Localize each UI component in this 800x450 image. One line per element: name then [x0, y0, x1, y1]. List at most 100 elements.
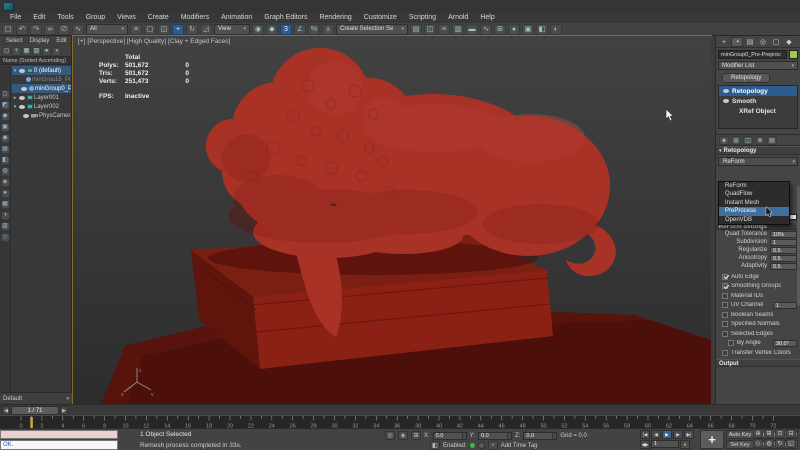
option-quadflow[interactable]: QuadFlow [719, 190, 789, 198]
eye-icon[interactable] [19, 96, 25, 100]
select-by-name-icon[interactable]: ≡ [130, 24, 142, 35]
isolate-selection-icon[interactable]: ◎ [385, 431, 395, 440]
menu-item[interactable]: Tools [51, 13, 79, 23]
display-groups-icon[interactable]: ◧ [1, 156, 10, 165]
tab-display[interactable]: Display [27, 38, 53, 44]
tree-row-layer002[interactable]: ▾Layer002 [12, 102, 71, 111]
ribbon-toggle-icon[interactable]: ▬ [466, 24, 478, 35]
make-unique-icon[interactable]: ◫ [743, 136, 753, 145]
listener-options-icon[interactable] [478, 442, 485, 449]
unlink-selection-icon[interactable]: ∅ [58, 24, 70, 35]
adaptivity-spinner[interactable]: Adaptivity0.5 [716, 262, 800, 270]
option-reform[interactable]: ReForm [719, 182, 789, 190]
select-move-icon[interactable]: + [172, 24, 184, 35]
auto-key-button[interactable]: Auto Key [726, 430, 754, 439]
clock-icon[interactable]: ◔ [488, 441, 498, 450]
selection-filter-dropdown[interactable]: All▾ [86, 24, 128, 35]
display-bones-icon[interactable]: ◈ [1, 178, 10, 187]
tree-row-pre-prep[interactable]: minGroup0_Pre-Prep [12, 84, 71, 93]
modify-tab-icon[interactable]: ◔ [731, 37, 743, 47]
stack-row-retopology[interactable]: Retopology [719, 86, 797, 96]
menu-item[interactable]: File [4, 13, 27, 23]
redo-icon[interactable]: ↷ [30, 24, 42, 35]
edit-named-sets-icon[interactable]: ▤ [410, 24, 422, 35]
option-openvdb[interactable]: OpenVDB [719, 216, 789, 224]
configure-modifier-sets-icon[interactable]: ▤ [767, 136, 777, 145]
expander-icon[interactable]: ▸ [12, 95, 18, 101]
y-coordinate-field[interactable]: 0.0 [478, 432, 512, 440]
menu-item[interactable]: Graph Editors [258, 13, 313, 23]
time-slider-handle[interactable]: 1 / 71 [11, 406, 59, 415]
pan-icon[interactable]: ◇ [753, 439, 763, 448]
option-preprocess[interactable]: PreProcess [719, 207, 789, 215]
object-color-swatch[interactable] [789, 50, 798, 59]
display-spacewarps-icon[interactable]: ▤ [1, 145, 10, 154]
zoom-icon[interactable]: ⊕ [753, 429, 763, 438]
display-containers-icon[interactable]: ● [1, 189, 10, 198]
menu-item[interactable]: Modifiers [175, 13, 215, 23]
perspective-viewport[interactable]: [+] [Perspective] [High Quality] [Clay +… [73, 36, 711, 404]
sort-icon[interactable]: ▨ [1, 222, 10, 231]
add-group-icon[interactable]: ▧ [32, 47, 41, 56]
display-cameras-icon[interactable]: ▣ [1, 123, 10, 132]
subdivision-spinner[interactable]: Subdivision1 [716, 238, 800, 246]
reference-coordinate-dropdown[interactable]: View▾ [214, 24, 250, 35]
eye-icon[interactable] [723, 99, 729, 103]
regularize-spinner[interactable]: Regularize0.5 [716, 246, 800, 254]
selected-edges-checkbox[interactable]: Selected Edges [716, 329, 800, 339]
create-key-button[interactable]: + [700, 430, 724, 449]
menu-item[interactable]: Edit [27, 13, 51, 23]
maximize-viewport-icon[interactable]: ◱ [786, 439, 796, 448]
undo-icon[interactable]: ↶ [16, 24, 28, 35]
remove-modifier-icon[interactable]: ⊗ [755, 136, 765, 145]
track-bar[interactable]: 0246810121416182022242628303234363840424… [0, 415, 800, 428]
specified-normals-checkbox[interactable]: Specified Normals [716, 320, 800, 330]
select-object-icon[interactable]: ▢ [2, 24, 14, 35]
pin-stack-icon[interactable]: ◈ [719, 136, 729, 145]
transfer-vertex-colors-checkbox[interactable]: Transfer Vertex Colors [716, 348, 800, 358]
create-tab-icon[interactable]: + [718, 37, 730, 47]
percent-snap-icon[interactable]: % [308, 24, 320, 35]
tree-row-physcamera[interactable]: PhysCamera001 [12, 111, 71, 120]
tab-select[interactable]: Select [3, 38, 26, 44]
menu-item[interactable]: Help [474, 13, 500, 23]
go-to-end-button[interactable]: ▶| [684, 430, 694, 439]
next-key-button[interactable]: ▶ [673, 430, 683, 439]
hierarchy-view-icon[interactable]: ◇ [1, 233, 10, 242]
menu-item[interactable]: Create [142, 13, 175, 23]
menu-item[interactable]: Scripting [403, 13, 442, 23]
menu-item[interactable]: Arnold [442, 13, 474, 23]
tab-edit[interactable]: Edit [53, 38, 69, 44]
display-geometry-icon[interactable]: ◻ [1, 90, 10, 99]
expander-icon[interactable]: ▾ [12, 68, 18, 74]
pick-parent-icon[interactable]: + [12, 47, 21, 56]
object-name-field[interactable]: minGroup0_Pre-Preproc [718, 50, 787, 59]
display-shapes-icon[interactable]: ◩ [1, 101, 10, 110]
motion-tab-icon[interactable]: ◎ [757, 37, 769, 47]
eye-icon[interactable] [19, 69, 25, 73]
maxscript-mini-listener[interactable]: OK. [0, 430, 118, 450]
render-production-icon[interactable]: ◐ [550, 24, 562, 35]
macro-toggle-icon[interactable]: ◧ [430, 441, 440, 450]
material-editor-icon[interactable]: ● [508, 24, 520, 35]
window-crossing-icon[interactable]: ◫ [158, 24, 170, 35]
zoom-region-icon[interactable]: ⊟ [786, 429, 796, 438]
use-pivot-center-icon[interactable]: ◉ [252, 24, 264, 35]
smoothing-groups-checkbox[interactable]: Smoothing Groups [716, 282, 800, 292]
align-icon[interactable]: ≡ [438, 24, 450, 35]
show-end-result-icon[interactable]: ◍ [731, 136, 741, 145]
add-time-tag[interactable]: Add Time Tag [501, 443, 538, 449]
modifier-list-dropdown[interactable]: Modifier List▾ [718, 61, 798, 70]
menu-item[interactable]: Group [80, 13, 111, 23]
next-frame-button[interactable]: ▶ [60, 406, 68, 415]
select-manipulate-icon[interactable]: ◆ [266, 24, 278, 35]
macro-recorder-line[interactable] [0, 430, 118, 439]
render-setup-icon[interactable]: ▣ [522, 24, 534, 35]
menu-item[interactable]: Animation [215, 13, 258, 23]
stack-row-smooth[interactable]: Smooth [719, 96, 797, 106]
lock-explorer-icon[interactable]: ◻ [2, 47, 11, 56]
add-layer-icon[interactable]: ▦ [22, 47, 31, 56]
filter-objects-icon[interactable]: ● [42, 47, 51, 56]
material-ids-checkbox[interactable]: Material IDs [716, 291, 800, 301]
display-xrefs-icon[interactable]: ◍ [1, 167, 10, 176]
